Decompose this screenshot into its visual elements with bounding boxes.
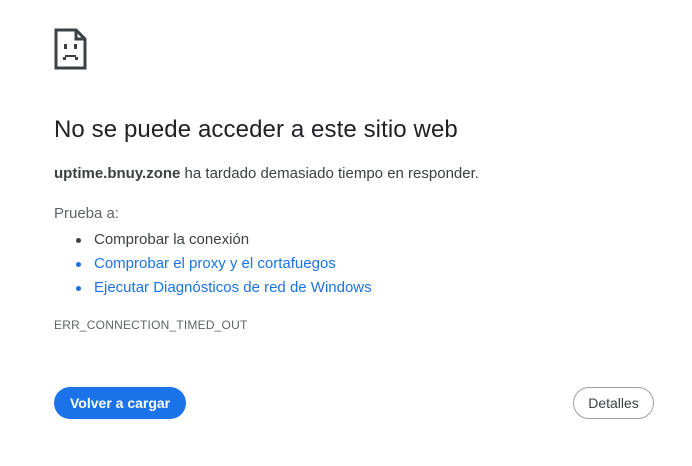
error-page: No se puede acceder a este sitio web upt… [0, 0, 692, 466]
page-title: No se puede acceder a este sitio web [54, 116, 458, 143]
bullet-icon [76, 286, 81, 291]
suggestion-link[interactable]: Comprobar el proxy y el cortafuegos [94, 255, 336, 272]
bullet-icon [76, 238, 81, 243]
suggestion-link[interactable]: Ejecutar Diagnósticos de red de Windows [94, 279, 372, 296]
error-summary: uptime.bnuy.zone ha tardado demasiado ti… [54, 165, 479, 182]
details-button[interactable]: Detalles [573, 387, 654, 419]
error-summary-message: ha tardado demasiado tiempo en responder… [180, 165, 479, 182]
bullet-icon [76, 262, 81, 267]
site-host: uptime.bnuy.zone [54, 165, 181, 182]
suggestion-check-proxy-firewall[interactable]: Comprobar el proxy y el cortafuegos [76, 252, 372, 276]
error-code: ERR_CONNECTION_TIMED_OUT [54, 318, 248, 332]
sad-page-icon [54, 28, 87, 70]
suggestion-check-connection: Comprobar la conexión [76, 228, 372, 252]
reload-button[interactable]: Volver a cargar [54, 387, 187, 419]
suggestions-list: Comprobar la conexión Comprobar el proxy… [76, 228, 372, 300]
suggestion-text: Comprobar la conexión [94, 231, 250, 248]
suggestion-run-network-diagnostics[interactable]: Ejecutar Diagnósticos de red de Windows [76, 276, 372, 300]
suggestions-heading: Prueba a: [54, 205, 120, 222]
